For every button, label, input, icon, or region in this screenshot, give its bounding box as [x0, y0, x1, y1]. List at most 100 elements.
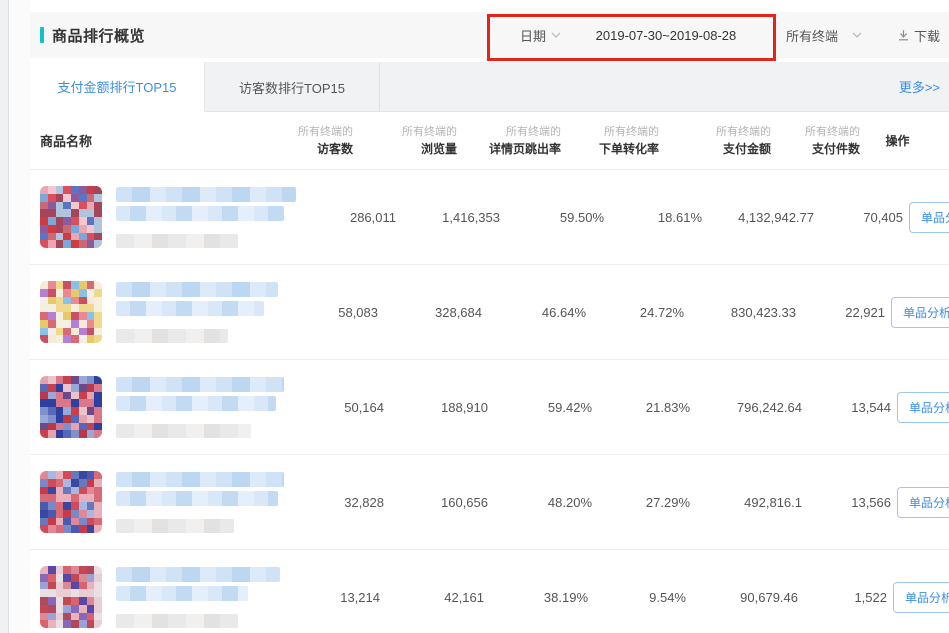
payment-items-value: 13,566 [802, 455, 891, 549]
redacted-subtext-line [116, 424, 251, 438]
redacted-title-line [116, 206, 284, 221]
redacted-subtext-line [116, 234, 238, 248]
product-thumbnail [40, 566, 102, 628]
column-header-product-name: 商品名称 [30, 112, 253, 169]
payment-items-value: 13,544 [802, 360, 891, 454]
panel-title-wrap: 商品排行概览 [30, 25, 145, 46]
action-cell: 单品分析 [891, 455, 949, 549]
bounce-rate-value: 46.64% [482, 265, 586, 359]
column-header-payment-items: 所有终端的 支付件数 [771, 112, 860, 169]
product-cell[interactable] [30, 170, 296, 264]
redacted-title-line [116, 377, 284, 392]
page-title: 商品排行概览 [52, 25, 145, 46]
visitors-value: 50,164 [284, 360, 384, 454]
tab-bar: 支付金额排行TOP15 访客数排行TOP15 更多>> [30, 62, 949, 112]
redacted-subtext-line [116, 519, 234, 533]
conversion-value: 24.72% [586, 265, 684, 359]
download-icon [897, 29, 910, 42]
action-cell: 单品分析 [885, 265, 949, 359]
visitors-value: 13,214 [280, 550, 380, 633]
redacted-title-line [116, 282, 278, 297]
panel-header: 商品排行概览 日期 2019-07-30~2019-08-28 所有终端 下载 [30, 12, 949, 58]
terminal-filter-value: 所有终端 [786, 26, 838, 45]
product-cell[interactable] [30, 550, 280, 633]
bounce-rate-value: 59.42% [488, 360, 592, 454]
date-filter-dropdown[interactable]: 日期 [520, 26, 561, 45]
column-header-visitors: 所有终端的 访客数 [253, 112, 353, 169]
table-row: 32,828 160,656 48.20% 27.29% 492,816.1 1… [30, 455, 949, 550]
pageviews-value: 160,656 [384, 455, 488, 549]
product-name-redacted [116, 567, 280, 628]
conversion-value: 9.54% [588, 550, 686, 633]
conversion-value: 21.83% [592, 360, 690, 454]
single-item-analysis-button[interactable]: 单品分析 [909, 202, 949, 233]
tab-visitor-ranking[interactable]: 访客数排行TOP15 [205, 62, 380, 112]
column-header-pageviews: 所有终端的 浏览量 [353, 112, 457, 169]
conversion-value: 27.29% [592, 455, 690, 549]
redacted-title-line [116, 472, 284, 487]
product-thumbnail [40, 376, 102, 438]
product-thumbnail [40, 186, 102, 248]
chevron-down-icon [551, 32, 561, 38]
redacted-title-line [116, 301, 264, 316]
table-header-row: 商品名称 所有终端的 访客数 所有终端的 浏览量 所有终端的 详情页跳出率 所有… [30, 112, 949, 170]
payment-amount-value: 492,816.1 [690, 455, 802, 549]
product-name-redacted [116, 282, 278, 343]
column-header-order-conversion: 所有终端的 下单转化率 [561, 112, 659, 169]
product-cell[interactable] [30, 265, 278, 359]
page-left-margin [0, 0, 9, 633]
single-item-analysis-button[interactable]: 单品分析 [897, 392, 949, 423]
product-name-redacted [116, 377, 284, 438]
tab-bar-filler: 更多>> [380, 62, 949, 111]
payment-items-value: 70,405 [814, 170, 903, 264]
visitors-value: 32,828 [284, 455, 384, 549]
bounce-rate-value: 59.50% [500, 170, 604, 264]
title-accent-bar [40, 27, 44, 43]
payment-items-value: 22,921 [796, 265, 885, 359]
more-link[interactable]: 更多>> [899, 77, 940, 96]
column-header-payment-amount: 所有终端的 支付金额 [659, 112, 771, 169]
payment-amount-value: 4,132,942.77 [702, 170, 814, 264]
date-range-value[interactable]: 2019-07-30~2019-08-28 [591, 28, 741, 43]
bounce-rate-value: 48.20% [488, 455, 592, 549]
terminal-filter-dropdown[interactable]: 所有终端 [786, 26, 862, 45]
tab-payment-ranking[interactable]: 支付金额排行TOP15 [30, 62, 205, 112]
action-cell: 单品分析 [903, 170, 949, 264]
redacted-subtext-line [116, 329, 228, 343]
action-cell: 单品分析 [887, 550, 949, 633]
redacted-subtext-line [116, 614, 238, 628]
product-name-redacted [116, 187, 296, 248]
download-button[interactable]: 下载 [897, 26, 940, 45]
single-item-analysis-button[interactable]: 单品分析 [897, 487, 949, 518]
product-thumbnail [40, 471, 102, 533]
page-left-gutter [10, 0, 30, 633]
visitors-value: 58,083 [278, 265, 378, 359]
product-cell[interactable] [30, 455, 284, 549]
single-item-analysis-button[interactable]: 单品分析 [893, 582, 949, 613]
chevron-down-icon [852, 32, 862, 38]
product-cell[interactable] [30, 360, 284, 454]
download-label: 下载 [914, 26, 940, 45]
single-item-analysis-button[interactable]: 单品分析 [891, 297, 949, 328]
payment-items-value: 1,522 [798, 550, 887, 633]
action-cell: 单品分析 [891, 360, 949, 454]
redacted-title-line [116, 187, 296, 202]
product-ranking-panel: 商品排行概览 日期 2019-07-30~2019-08-28 所有终端 下载 … [30, 0, 949, 633]
visitors-value: 286,011 [296, 170, 396, 264]
payment-amount-value: 90,679.46 [686, 550, 798, 633]
product-thumbnail [40, 281, 102, 343]
pageviews-value: 42,161 [380, 550, 484, 633]
redacted-title-line [116, 396, 276, 411]
pageviews-value: 328,684 [378, 265, 482, 359]
payment-amount-value: 830,423.33 [684, 265, 796, 359]
column-header-action: 操作 [860, 112, 949, 169]
conversion-value: 18.61% [604, 170, 702, 264]
table-row: 50,164 188,910 59.42% 21.83% 796,242.64 … [30, 360, 949, 455]
header-filters: 日期 2019-07-30~2019-08-28 所有终端 下载 [520, 12, 940, 58]
bounce-rate-value: 38.19% [484, 550, 588, 633]
redacted-title-line [116, 567, 280, 582]
redacted-title-line [116, 586, 248, 601]
table-row: 58,083 328,684 46.64% 24.72% 830,423.33 … [30, 265, 949, 360]
redacted-title-line [116, 491, 278, 506]
date-filter-label: 日期 [520, 26, 546, 45]
